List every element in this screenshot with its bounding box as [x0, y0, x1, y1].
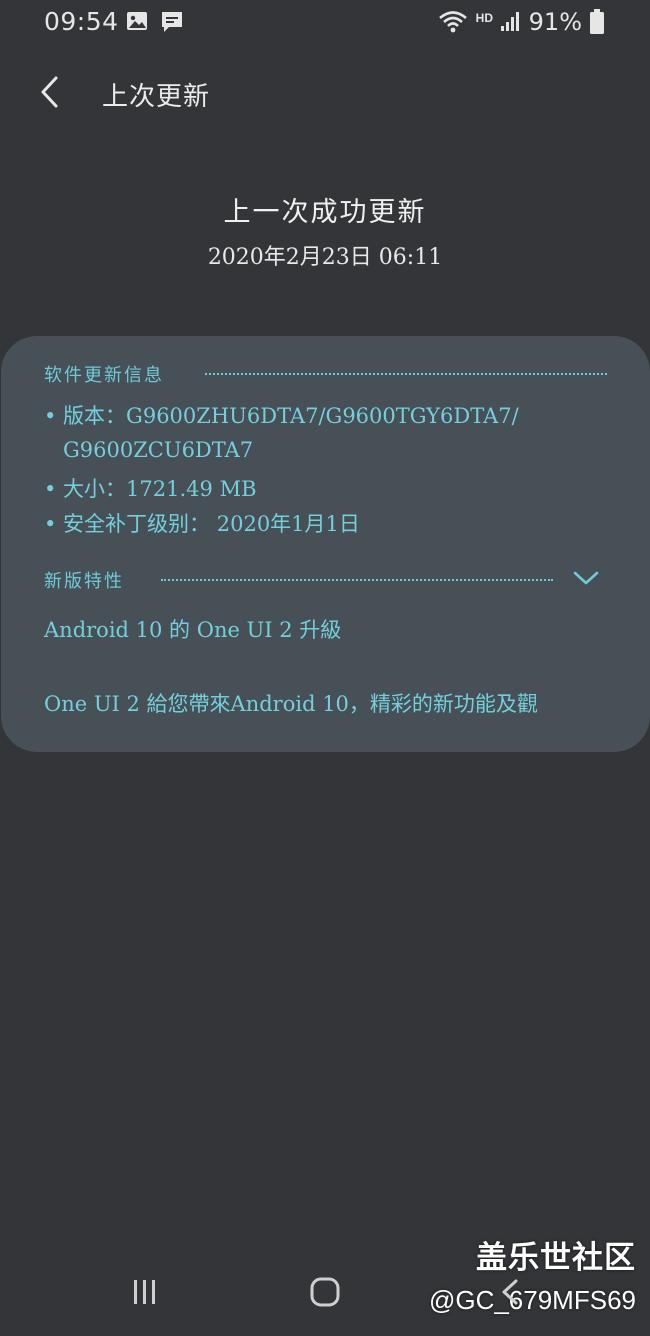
new-features-header: 新版特性 — [44, 566, 124, 594]
battery-icon — [589, 9, 605, 39]
security-patch-line: • 安全补丁级别： 2020年1月1日 — [44, 512, 360, 536]
system-back-button[interactable] — [488, 1274, 534, 1314]
feature-line: Android 10 的 One UI 2 升級 — [44, 618, 342, 642]
last-update-title: 上一次成功更新 — [223, 197, 427, 228]
new-features-label: 新版特性 — [44, 571, 124, 592]
feature-description: One UI 2 給您帶來Android 10，精彩的新功能及觀 — [44, 692, 538, 716]
network-hd-label: HD — [475, 11, 493, 25]
software-info-label: 软件更新信息 — [44, 365, 164, 386]
chevron-down-icon — [572, 569, 600, 591]
navigation-bar — [0, 1260, 650, 1336]
app-bar: 上次更新 — [0, 62, 650, 128]
size-line: • 大小：1721.49 MB — [44, 477, 257, 501]
software-info-header: 软件更新信息 — [44, 360, 164, 388]
recents-button[interactable] — [122, 1274, 168, 1314]
last-update-date: 2020年2月23日 06:11 — [207, 245, 443, 270]
status-time: 09:54 — [44, 7, 119, 36]
recents-icon — [130, 1277, 160, 1311]
wifi-icon — [438, 9, 468, 37]
back-button[interactable] — [28, 72, 72, 116]
status-bar: 09:54 HD 91% — [0, 0, 650, 46]
image-icon — [126, 10, 148, 36]
home-icon — [309, 1276, 341, 1312]
back-arrow-icon — [38, 75, 62, 113]
version-line: • 版本：G9600ZHU6DTA7/G9600TGY6DTA7/ — [44, 404, 519, 428]
message-icon — [160, 10, 184, 38]
divider-dots — [161, 579, 553, 581]
version-line-cont: G9600ZCU6DTA7 — [63, 438, 254, 462]
update-info-card: 软件更新信息 • 版本：G9600ZHU6DTA7/G9600TGY6DTA7/… — [1, 336, 650, 752]
battery-percent: 91% — [528, 8, 582, 36]
divider-dots — [205, 373, 607, 375]
signal-icon — [500, 10, 522, 36]
home-button[interactable] — [302, 1272, 348, 1316]
expand-features-button[interactable] — [567, 564, 605, 596]
back-icon — [496, 1277, 526, 1311]
page-title: 上次更新 — [102, 82, 211, 112]
